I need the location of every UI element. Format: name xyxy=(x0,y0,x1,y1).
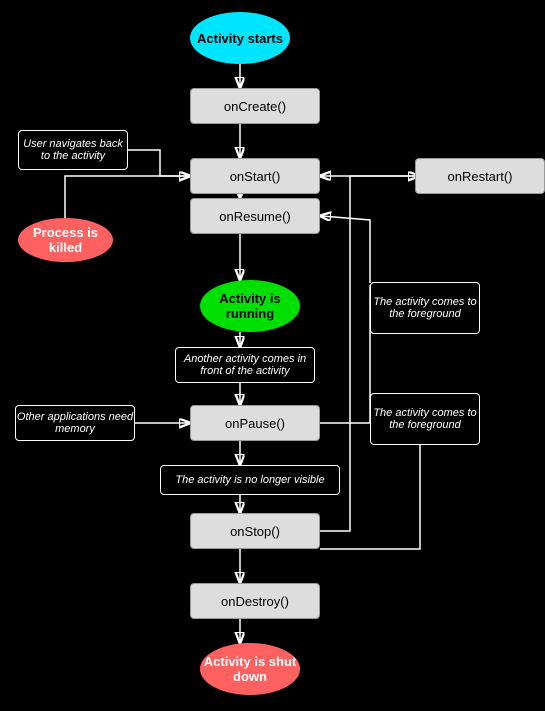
onstop-node: onStop() xyxy=(190,513,320,549)
activity-comes-fg2-node: The activity comes to the foreground xyxy=(370,393,480,445)
activity-starts-node: Activity starts xyxy=(190,12,290,64)
activity-running-node: Activity is running xyxy=(200,280,300,332)
activity-comes-fg1-label: The activity comes to the foreground xyxy=(371,296,479,320)
process-killed-node: Process is killed xyxy=(18,218,113,262)
activity-running-label: Activity is running xyxy=(200,291,300,321)
ondestroy-label: onDestroy() xyxy=(221,594,289,609)
oncreate-node: onCreate() xyxy=(190,88,320,124)
another-activity-label: Another activity comes in front of the a… xyxy=(176,353,314,377)
onpause-node: onPause() xyxy=(190,405,320,441)
onstart-node: onStart() xyxy=(190,158,320,194)
no-longer-visible-label: The activity is no longer visible xyxy=(175,474,324,486)
onpause-label: onPause() xyxy=(225,416,285,431)
another-activity-node: Another activity comes in front of the a… xyxy=(175,347,315,383)
onstop-label: onStop() xyxy=(230,524,280,539)
process-killed-label: Process is killed xyxy=(18,225,113,255)
activity-shutdown-node: Activity is shut down xyxy=(200,643,300,695)
activity-comes-fg1-node: The activity comes to the foreground xyxy=(370,282,480,334)
activity-shutdown-label: Activity is shut down xyxy=(200,654,300,684)
activity-comes-fg2-label: The activity comes to the foreground xyxy=(371,407,479,431)
user-navigates-label: User navigates back to the activity xyxy=(19,138,127,162)
onrestart-label: onRestart() xyxy=(447,169,512,184)
onstart-label: onStart() xyxy=(230,169,281,184)
other-applications-node: Other applications need memory xyxy=(15,405,135,441)
user-navigates-node: User navigates back to the activity xyxy=(18,130,128,170)
oncreate-label: onCreate() xyxy=(224,99,286,114)
other-applications-label: Other applications need memory xyxy=(16,411,134,435)
activity-starts-label: Activity starts xyxy=(197,31,283,46)
no-longer-visible-node: The activity is no longer visible xyxy=(160,465,340,495)
ondestroy-node: onDestroy() xyxy=(190,583,320,619)
onresume-node: onResume() xyxy=(190,198,320,234)
onrestart-node: onRestart() xyxy=(415,158,545,194)
onresume-label: onResume() xyxy=(219,209,291,224)
